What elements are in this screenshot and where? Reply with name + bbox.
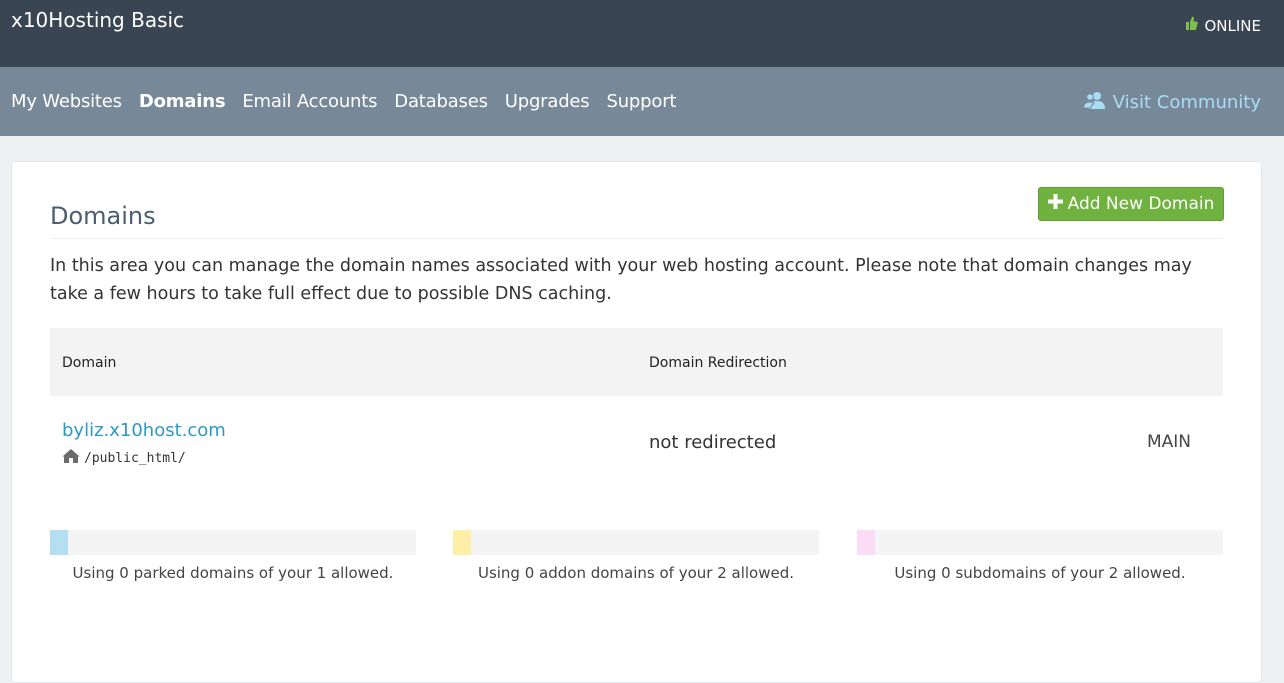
visit-community-link[interactable]: Visit Community <box>1082 91 1261 114</box>
addon-domains-usage: Using 0 addon domains of your 2 allowed. <box>453 530 819 582</box>
redirection-status: not redirected <box>649 432 777 453</box>
brand-title: x10Hosting Basic <box>11 8 185 32</box>
parked-domains-progress <box>50 530 416 555</box>
subdomains-usage-text: Using 0 subdomains of your 2 allowed. <box>894 564 1186 582</box>
add-new-domain-button[interactable]: Add New Domain <box>1038 187 1224 221</box>
domain-link[interactable]: byliz.x10host.com <box>62 420 226 441</box>
domain-type-badge: MAIN <box>1146 432 1191 452</box>
main-nav: My Websites Domains Email Accounts Datab… <box>0 67 1284 136</box>
nav-support[interactable]: Support <box>607 91 677 112</box>
domains-card: Domains Add New Domain In this area you … <box>11 161 1262 683</box>
online-status: ONLINE <box>1186 16 1261 35</box>
nav-email-accounts[interactable]: Email Accounts <box>242 91 377 112</box>
column-header-domain: Domain <box>62 355 117 371</box>
subdomains-progress-fill <box>857 530 875 555</box>
top-bar: x10Hosting Basic ONLINE <box>0 0 1284 67</box>
addon-domains-progress <box>453 530 819 555</box>
parked-domains-progress-fill <box>50 530 68 555</box>
nav-domains[interactable]: Domains <box>139 91 226 112</box>
table-row: byliz.x10host.com /public_html/ not redi… <box>50 396 1223 496</box>
document-root: /public_html/ <box>62 448 186 468</box>
subdomains-usage: Using 0 subdomains of your 2 allowed. <box>857 530 1223 582</box>
plus-icon <box>1047 194 1063 214</box>
nav-links: My Websites Domains Email Accounts Datab… <box>11 67 676 136</box>
thumbs-up-icon <box>1186 16 1199 35</box>
nav-my-websites[interactable]: My Websites <box>11 91 122 112</box>
nav-databases[interactable]: Databases <box>394 91 488 112</box>
addon-domains-progress-fill <box>453 530 471 555</box>
nav-upgrades[interactable]: Upgrades <box>505 91 590 112</box>
parked-domains-usage: Using 0 parked domains of your 1 allowed… <box>50 530 416 582</box>
add-new-domain-label: Add New Domain <box>1067 194 1215 214</box>
users-icon <box>1082 91 1106 114</box>
page-title: Domains <box>50 202 156 230</box>
subdomains-progress <box>857 530 1223 555</box>
column-header-redirection: Domain Redirection <box>649 355 787 371</box>
parked-domains-usage-text: Using 0 parked domains of your 1 allowed… <box>72 564 394 582</box>
document-root-path: /public_html/ <box>84 450 186 466</box>
page-description: In this area you can manage the domain n… <box>50 256 1192 304</box>
status-text: ONLINE <box>1204 16 1261 35</box>
home-icon <box>62 448 80 468</box>
addon-domains-usage-text: Using 0 addon domains of your 2 allowed. <box>477 564 795 582</box>
divider <box>50 238 1223 239</box>
table-header: Domain Domain Redirection <box>50 328 1223 396</box>
visit-community-label: Visit Community <box>1112 92 1261 113</box>
